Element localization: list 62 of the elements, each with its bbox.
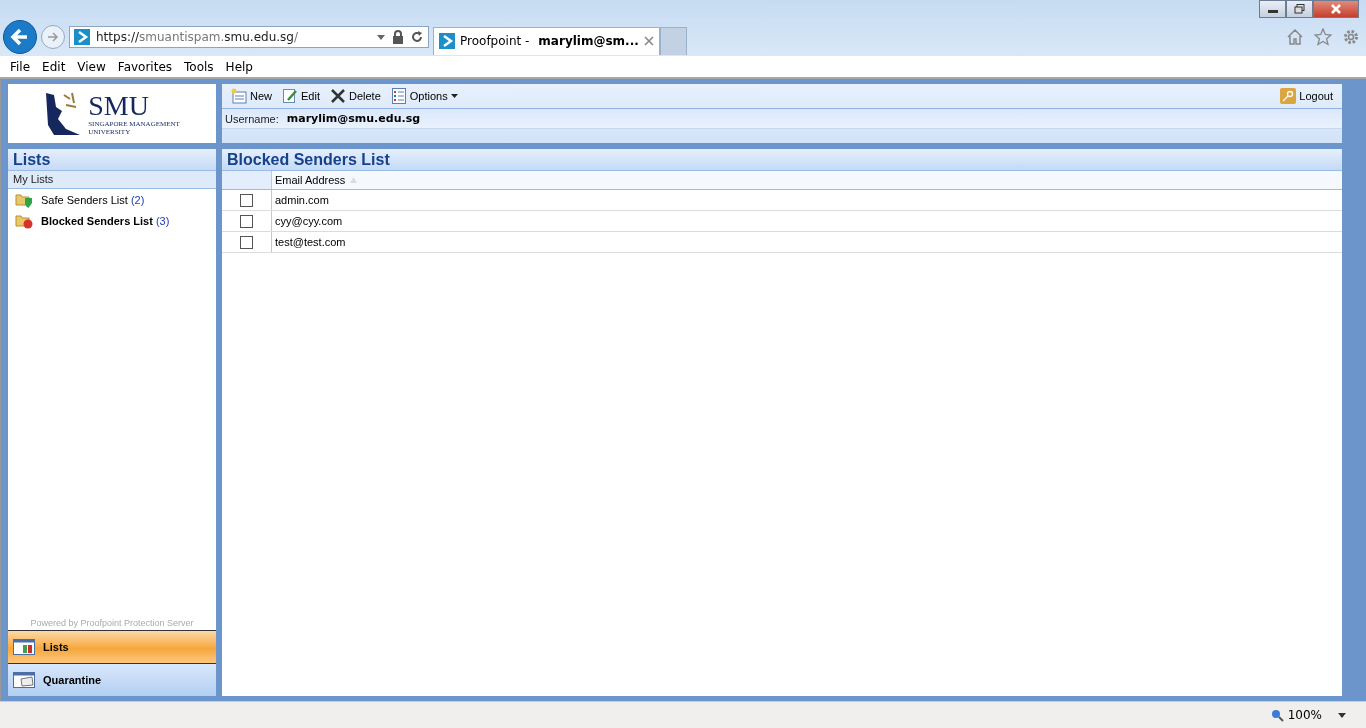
refresh-icon[interactable] <box>410 29 424 44</box>
caret-icon <box>1338 712 1346 718</box>
sidebar-item[interactable]: Safe Senders List (2) <box>8 189 216 210</box>
logout-button[interactable]: Logout <box>1276 85 1337 107</box>
checkbox[interactable] <box>240 193 253 207</box>
edit-button[interactable]: Edit <box>278 85 324 107</box>
options-button[interactable]: Options <box>386 85 462 107</box>
tab-title: Proofpoint - <box>460 34 530 48</box>
address-bar[interactable]: https://smuantispam.smu.edu.sg/ <box>69 25 429 48</box>
menu-item[interactable]: Edit <box>36 56 72 77</box>
settings-icon[interactable] <box>1342 27 1360 46</box>
list-icon <box>390 88 407 104</box>
menu-item[interactable]: Favorites <box>111 56 179 77</box>
magnifier-icon <box>1270 708 1284 722</box>
panel-title: Lists <box>8 149 216 171</box>
nav-button[interactable]: Lists <box>8 631 216 664</box>
window-lights-icon <box>13 639 35 655</box>
site-icon <box>74 28 90 45</box>
sidebar-item[interactable]: Blocked Senders List (3) <box>8 210 216 231</box>
url-text: https://smuantispam.smu.edu.sg/ <box>96 29 299 44</box>
new-button[interactable]: New <box>227 85 276 107</box>
checkbox[interactable] <box>240 214 253 228</box>
delete-button[interactable]: Delete <box>326 85 385 107</box>
section-header: My Lists <box>8 171 216 189</box>
browser-tab[interactable]: Proofpoint - marylim@sm... <box>433 26 660 55</box>
delete-icon <box>330 88 346 104</box>
tab-user: marylim@sm... <box>538 34 639 48</box>
nav-button[interactable]: Quarantine <box>8 664 216 696</box>
restore-icon <box>1293 4 1306 14</box>
folder-shield-icon <box>15 191 33 208</box>
sort-icon <box>350 177 358 183</box>
dropdown-icon[interactable] <box>376 32 386 41</box>
menu-item[interactable]: Tools <box>178 56 220 77</box>
site-icon <box>439 33 455 49</box>
caret-icon <box>450 93 458 99</box>
forward-arrow-icon <box>46 29 60 44</box>
edit-icon <box>282 88 298 104</box>
menu-item[interactable]: Help <box>219 56 259 77</box>
menu-item[interactable]: File <box>4 56 37 77</box>
checkbox[interactable] <box>240 235 253 249</box>
back-button[interactable] <box>3 19 37 54</box>
zoom-button[interactable]: 100% <box>1264 707 1352 723</box>
table-cell: test@test.com <box>275 236 346 248</box>
key-icon <box>1280 88 1297 104</box>
close-icon <box>1330 4 1342 14</box>
close-icon[interactable] <box>643 36 654 46</box>
panel-title: Blocked Senders List <box>222 149 1342 171</box>
window-envelope-icon <box>13 672 35 688</box>
username-value: marylim@smu.edu.sg <box>286 112 421 125</box>
minimize-button[interactable] <box>1259 0 1286 18</box>
star-icon[interactable] <box>1314 27 1332 46</box>
restore-button[interactable] <box>1286 0 1313 18</box>
lock-icon <box>392 29 404 44</box>
menu-item[interactable]: View <box>71 56 112 77</box>
table-cell: admin.com <box>275 194 329 206</box>
username-label: Username: <box>225 112 279 125</box>
column-header[interactable]: Email Address <box>272 171 1342 189</box>
table-cell: cyy@cyy.com <box>275 215 343 227</box>
folder-stop-icon <box>15 212 33 229</box>
new-item-icon <box>231 88 247 104</box>
home-icon[interactable] <box>1286 27 1304 46</box>
close-button[interactable] <box>1313 0 1359 18</box>
